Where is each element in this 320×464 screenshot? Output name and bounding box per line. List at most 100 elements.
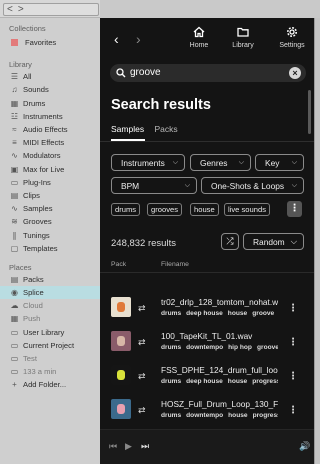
nav-back-icon[interactable]: ‹ <box>114 31 119 47</box>
home-button[interactable]: Home <box>179 26 219 49</box>
pack-artwork[interactable] <box>111 297 131 317</box>
skip-back-icon[interactable]: ⏮ <box>109 441 117 452</box>
sidebar-item-sounds[interactable]: ♫ Sounds <box>0 83 100 96</box>
sample-tag[interactable]: house <box>228 310 247 317</box>
instruments-filter[interactable]: Instruments ⌵ <box>111 154 185 171</box>
sample-tag[interactable]: deep house <box>186 378 223 385</box>
sidebar-item-label: Samples <box>23 204 53 214</box>
sample-tag[interactable]: drums <box>161 310 181 317</box>
sidebar-item-plug-ins[interactable]: ▭ Plug-Ins <box>0 176 100 189</box>
sample-filename[interactable]: 100_TapeKit_TL_01.wav <box>161 331 278 341</box>
sidebar-item-templates[interactable]: ▢ Templates <box>0 242 100 255</box>
scrollbar[interactable] <box>308 90 311 134</box>
pack-artwork[interactable] <box>111 399 131 419</box>
favorites-label: Favorites <box>25 38 57 48</box>
forward-button[interactable]: > <box>18 4 24 15</box>
chevron-down-icon: ⌵ <box>291 181 297 189</box>
sidebar-item-133-a-min[interactable]: ▭ 133 a min <box>0 365 100 378</box>
one-shots-loops-filter-label: One-Shots & Loops <box>211 180 285 191</box>
sidebar-item-add-folder[interactable]: + Add Folder... <box>0 378 100 391</box>
tag-house[interactable]: house <box>190 203 219 216</box>
sidebar-item-splice[interactable]: ◉ Splice <box>0 286 100 300</box>
sample-tag[interactable]: drums <box>161 344 181 351</box>
row-more-icon[interactable]: ⋮ <box>288 337 298 348</box>
sidebar-item-instruments[interactable]: ☳ Instruments <box>0 110 100 123</box>
sample-tag[interactable]: hip hop <box>228 344 252 351</box>
sidebar-item-push[interactable]: ▦ Push <box>0 312 100 325</box>
genres-filter[interactable]: Genres ⌵ <box>190 154 251 171</box>
sample-tag[interactable]: progressive <box>252 378 278 385</box>
bpm-filter[interactable]: BPM ⌵ <box>111 177 197 194</box>
key-filter-label: Key <box>265 157 280 168</box>
row-more-icon[interactable]: ⋮ <box>288 371 298 382</box>
sidebar-item-max-for-live[interactable]: ▣ Max for Live <box>0 163 100 176</box>
clear-search-icon[interactable]: × <box>289 67 301 79</box>
back-button[interactable]: < <box>7 4 13 15</box>
result-row[interactable]: ⇄ 100_TapeKit_TL_01.wav drums downtempo hip … <box>100 329 314 362</box>
sidebar-item-all[interactable]: ☰ All <box>0 70 100 83</box>
sidebar-item-label: Max for Live <box>23 164 65 174</box>
sample-tag[interactable]: drums <box>161 412 181 419</box>
tag-drums[interactable]: drums <box>111 203 141 216</box>
settings-button[interactable]: Settings <box>272 26 312 49</box>
sidebar-item-current-project[interactable]: ▭ Current Project <box>0 339 100 352</box>
row-more-icon[interactable]: ⋮ <box>288 303 298 314</box>
play-icon[interactable]: ▶ <box>125 441 132 452</box>
sidebar-item-tunings[interactable]: ∥ Tunings <box>0 228 100 241</box>
search-input[interactable]: groove × <box>110 64 306 82</box>
skip-forward-icon[interactable]: ⏭ <box>141 441 149 452</box>
sample-tag[interactable]: downtempo <box>186 344 223 351</box>
library-button[interactable]: Library <box>223 26 263 49</box>
pack-artwork[interactable] <box>111 331 131 351</box>
tabs-divider <box>100 141 314 142</box>
artwork-accent <box>117 336 125 346</box>
sample-filename[interactable]: FSS_DPHE_124_drum_full_loop_em.wav <box>161 365 278 375</box>
favorites-item[interactable]: Favorites <box>0 36 100 49</box>
nav-forward-icon[interactable]: › <box>136 31 141 47</box>
sample-tag[interactable]: house <box>228 412 247 419</box>
sidebar-item-samples[interactable]: ∿ Samples <box>0 202 100 215</box>
sidebar-item-packs[interactable]: ▤ Packs <box>0 273 100 286</box>
home-icon <box>193 26 205 38</box>
one-shots-loops-filter[interactable]: One-Shots & Loops ⌵ <box>201 177 304 194</box>
result-row[interactable]: ⇄ HOSZ_Full_Drum_Loop_130_Forest.wavdrums… <box>100 397 314 430</box>
sample-tag[interactable]: downtempo <box>186 412 223 419</box>
row-more-icon[interactable]: ⋮ <box>288 405 298 416</box>
volume-icon[interactable]: 🔊 <box>299 441 310 452</box>
tag-grooves[interactable]: grooves <box>147 203 183 216</box>
sidebar-item-drums[interactable]: ▦ Drums <box>0 97 100 110</box>
sidebar-item-test[interactable]: ▭ Test <box>0 352 100 365</box>
result-row[interactable]: ⇄ FSS_DPHE_124_drum_full_loop_em.wavdrums… <box>100 363 314 396</box>
add-folder-icon: + <box>12 380 17 390</box>
tab-packs[interactable]: Packs <box>154 124 177 134</box>
sample-filename[interactable]: HOSZ_Full_Drum_Loop_130_Forest.wav <box>161 399 278 409</box>
sidebar-item-label: 133 a min <box>23 367 57 377</box>
sidebar-item-label: Current Project <box>23 340 75 350</box>
sample-tag[interactable]: groove <box>257 344 278 351</box>
more-tags-button[interactable]: ⋮ <box>287 201 302 217</box>
filename-column-header[interactable]: Filename <box>161 261 189 268</box>
sample-tag[interactable]: groove <box>252 310 274 317</box>
sidebar-item-grooves[interactable]: ≋ Grooves <box>0 215 100 228</box>
sample-tag[interactable]: drums <box>161 378 181 385</box>
sample-filename[interactable]: tr02_drlp_128_tomtom_nohat.wav <box>161 297 278 307</box>
gear-icon <box>287 27 297 37</box>
sidebar-item-midi-effects[interactable]: ≡ MIDI Effects <box>0 136 100 149</box>
sidebar-item-clips[interactable]: ▤ Clips <box>0 189 100 202</box>
key-filter[interactable]: Key ⌵ <box>255 154 304 171</box>
sample-tag[interactable]: deep house <box>186 310 223 317</box>
drums-icon: ▦ <box>10 98 19 108</box>
sample-tag[interactable]: progressive <box>253 412 278 419</box>
sidebar-item-audio-effects[interactable]: ≈ Audio Effects <box>0 123 100 136</box>
sidebar-item-user-library[interactable]: ▭ User Library <box>0 326 100 339</box>
tag-live-sounds[interactable]: live sounds <box>224 203 270 216</box>
loop-icon: ⇄ <box>138 405 146 415</box>
pack-artwork[interactable] <box>111 365 131 385</box>
shuffle-button[interactable]: ⤮ <box>221 233 239 250</box>
tab-samples[interactable]: Samples <box>111 124 144 134</box>
sidebar-item-cloud[interactable]: ☁ Cloud <box>0 299 100 312</box>
result-row[interactable]: ⇄ tr02_drlp_128_tomtom_nohat.wav drums deep… <box>100 295 314 328</box>
sample-tag[interactable]: house <box>228 378 247 385</box>
sidebar-item-modulators[interactable]: ∿ Modulators <box>0 149 100 162</box>
sort-dropdown[interactable]: Random ⌵ <box>243 233 304 250</box>
